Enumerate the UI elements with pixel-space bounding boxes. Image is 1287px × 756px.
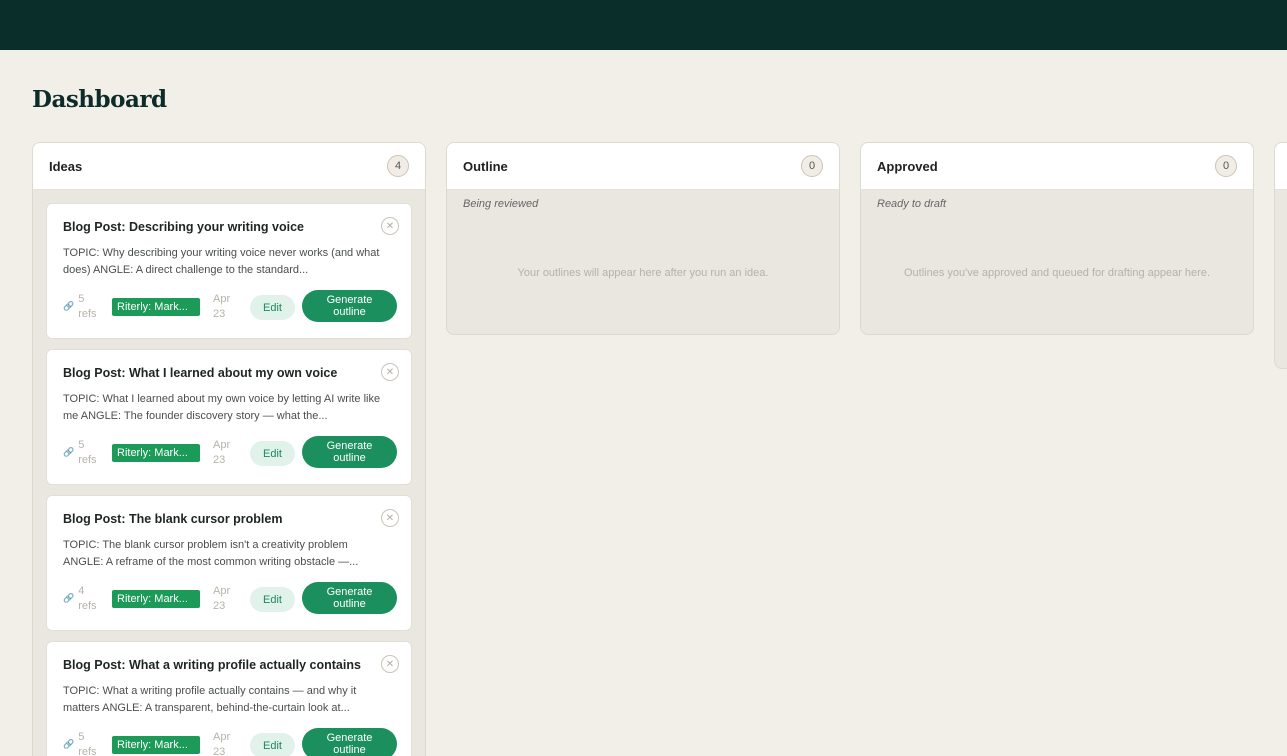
column-title: Ideas <box>49 158 83 174</box>
column-subtitle: Ready to draft <box>877 198 947 210</box>
column-header <box>1275 143 1287 190</box>
profile-tag: Riterly: Mark... <box>112 298 200 316</box>
idea-card[interactable]: Blog Post: The blank cursor problem ✕ TO… <box>46 495 412 631</box>
edit-button[interactable]: Edit <box>250 295 295 320</box>
column-outline: Outline 0 Being reviewed Your outlines w… <box>446 142 840 335</box>
generate-outline-button[interactable]: Generate outline <box>302 436 397 468</box>
close-icon[interactable]: ✕ <box>381 509 399 527</box>
column-next-partial <box>1274 142 1287 369</box>
column-header: Outline 0 <box>447 143 839 190</box>
card-footer: 🔗 4 refs Riterly: Mark... Apr 23 Edit Gene… <box>63 582 397 614</box>
card-description: TOPIC: The blank cursor problem isn't a … <box>63 539 359 568</box>
refs-count: 🔗 4 refs <box>63 585 97 612</box>
column-approved: Approved 0 Ready to draft Outlines you'v… <box>860 142 1254 335</box>
edit-button[interactable]: Edit <box>250 441 295 466</box>
generate-outline-button[interactable]: Generate outline <box>302 290 397 322</box>
count-badge: 0 <box>1215 155 1237 177</box>
idea-card[interactable]: Blog Post: What a writing profile actual… <box>46 641 412 756</box>
top-nav-bar <box>0 0 1287 50</box>
card-title: Blog Post: Describing your writing voice <box>63 220 305 234</box>
card-description: TOPIC: What a writing profile actually c… <box>63 685 357 714</box>
card-description: TOPIC: What I learned about my own voice… <box>63 393 381 422</box>
card-date: Apr 23 <box>213 585 231 612</box>
card-title: Blog Post: What I learned about my own v… <box>63 366 338 380</box>
card-title: Blog Post: The blank cursor problem <box>63 512 283 526</box>
count-badge: 0 <box>801 155 823 177</box>
column-title: Outline <box>463 158 508 174</box>
link-icon: 🔗 <box>63 739 75 749</box>
column-ideas: Ideas 4 Blog Post: Describing your writi… <box>32 142 426 756</box>
edit-button[interactable]: Edit <box>250 587 295 612</box>
link-icon: 🔗 <box>63 593 75 603</box>
link-icon: 🔗 <box>63 447 75 457</box>
generate-outline-button[interactable]: Generate outline <box>302 728 397 756</box>
close-icon[interactable]: ✕ <box>381 363 399 381</box>
empty-state-text: Your outlines will appear here after you… <box>517 267 769 279</box>
close-icon[interactable]: ✕ <box>381 217 399 235</box>
card-date: Apr 23 <box>213 293 231 320</box>
column-header: Ideas 4 <box>33 143 425 190</box>
refs-count: 🔗 5 refs <box>63 293 97 320</box>
empty-state-text: Outlines you've approved and queued for … <box>903 267 1211 279</box>
column-subtitle: Being reviewed <box>463 198 539 210</box>
refs-count: 🔗 5 refs <box>63 439 97 466</box>
count-badge: 4 <box>387 155 409 177</box>
profile-tag: Riterly: Mark... <box>112 444 200 462</box>
refs-count: 🔗 5 refs <box>63 730 97 756</box>
card-title: Blog Post: What a writing profile actual… <box>63 658 361 672</box>
card-date: Apr 23 <box>213 439 231 466</box>
close-icon[interactable]: ✕ <box>381 655 399 673</box>
column-header: Approved 0 <box>861 143 1253 190</box>
edit-button[interactable]: Edit <box>250 733 295 756</box>
idea-card[interactable]: Blog Post: What I learned about my own v… <box>46 349 412 485</box>
column-title: Approved <box>877 158 938 174</box>
card-footer: 🔗 5 refs Riterly: Mark... Apr 23 Edit Gene… <box>63 436 397 468</box>
card-footer: 🔗 5 refs Riterly: Mark... Apr 23 Edit Gene… <box>63 728 397 756</box>
profile-tag: Riterly: Mark... <box>112 736 200 754</box>
link-icon: 🔗 <box>63 301 75 311</box>
card-description: TOPIC: Why describing your writing voice… <box>63 247 380 276</box>
card-date: Apr 23 <box>213 731 231 756</box>
card-footer: 🔗 5 refs Riterly: Mark... Apr 23 Edit Gene… <box>63 290 397 322</box>
profile-tag: Riterly: Mark... <box>112 590 200 608</box>
generate-outline-button[interactable]: Generate outline <box>302 582 397 614</box>
page-title: Dashboard <box>32 86 167 113</box>
idea-card[interactable]: Blog Post: Describing your writing voice… <box>46 203 412 339</box>
